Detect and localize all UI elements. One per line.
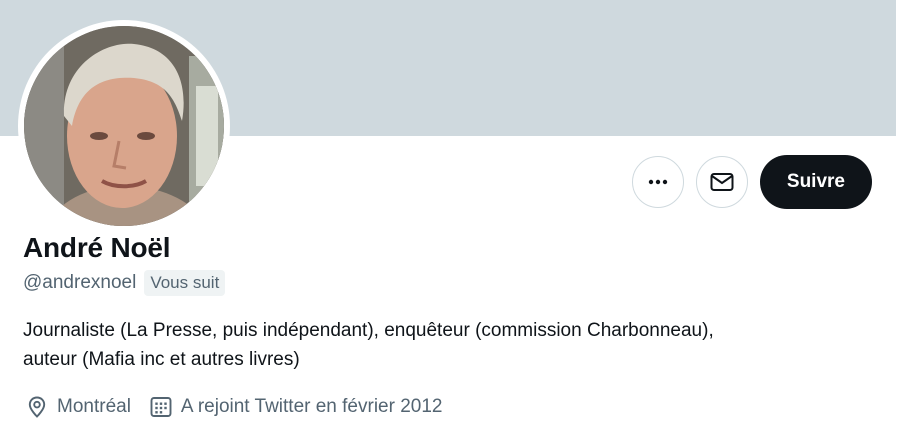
profile-meta: Montréal A rejoint Twitter en février 20…: [25, 395, 461, 419]
location-item: Montréal: [25, 395, 131, 419]
follow-button[interactable]: Suivre: [759, 155, 872, 209]
user-handle: @andrexnoel: [23, 272, 137, 293]
follows-you-badge: Vous suit: [144, 270, 226, 296]
location-pin-icon: [28, 396, 46, 418]
joined-item: A rejoint Twitter en février 2012: [149, 395, 443, 419]
profile-actions: Suivre: [631, 155, 872, 209]
avatar-photo: [24, 26, 224, 226]
display-name: André Noël: [23, 232, 171, 263]
bio-line: auteur (Mafia inc et autres livres): [23, 349, 300, 370]
envelope-icon: [710, 173, 734, 191]
avatar[interactable]: [18, 20, 230, 232]
handle-row: @andrexnoel Vous suit: [23, 270, 226, 296]
more-button[interactable]: [631, 156, 684, 208]
more-horizontal-icon: [648, 179, 668, 185]
profile-header: Suivre André Noël @andrexnoel Vous suit …: [0, 0, 902, 442]
message-button[interactable]: [695, 156, 748, 208]
location-text: Montréal: [57, 396, 131, 417]
joined-text: A rejoint Twitter en février 2012: [180, 396, 443, 417]
calendar-icon: [150, 397, 172, 417]
profile-bio: Journaliste (La Presse, puis indépendant…: [23, 316, 883, 374]
bio-line: Journaliste (La Presse, puis indépendant…: [23, 320, 714, 341]
